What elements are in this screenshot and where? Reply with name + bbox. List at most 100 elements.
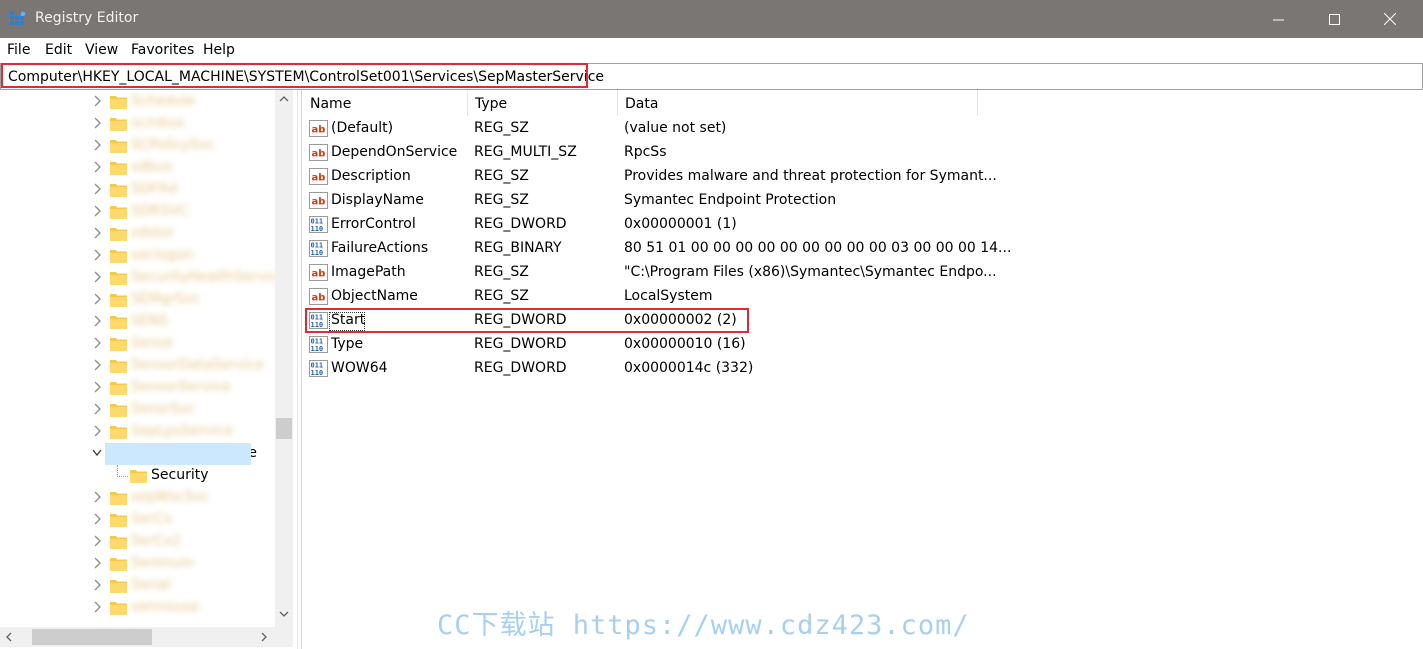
tree-node[interactable]: SensorService [0, 377, 275, 399]
tree-node[interactable]: SEMgrSvc [0, 289, 275, 311]
value-row[interactable]: ab ImagePath REG_SZ "C:\Program Files (x86)… [302, 261, 1402, 285]
tree-node-label: Sense [131, 335, 174, 351]
tree-node[interactable]: SensrSvc [0, 399, 275, 421]
value-type: REG_SZ [474, 120, 529, 136]
chevron-right-icon[interactable] [91, 336, 103, 350]
chevron-right-icon[interactable] [91, 116, 103, 130]
value-row[interactable]: ab DisplayName REG_SZ Symantec Endpoint Pro… [302, 189, 1402, 213]
tree-node[interactable]: SerCx [0, 509, 275, 531]
tree-node[interactable]: Security [0, 465, 275, 487]
chevron-right-icon[interactable] [91, 556, 103, 570]
chevron-right-icon[interactable] [91, 226, 103, 240]
column-header-name[interactable]: Name [302, 90, 467, 116]
chevron-right-icon[interactable] [91, 424, 103, 438]
tree-vertical-scrollbar[interactable] [275, 90, 293, 627]
chevron-right-icon[interactable] [91, 182, 103, 196]
tree-node[interactable]: scmbus [0, 113, 275, 135]
tree-node[interactable]: seclogon [0, 245, 275, 267]
scrollbar-thumb[interactable] [276, 418, 292, 439]
menu-edit[interactable]: Edit [45, 42, 72, 58]
folder-icon [110, 228, 127, 241]
maximize-button[interactable] [1311, 0, 1357, 38]
chevron-right-icon[interactable] [91, 204, 103, 218]
value-data: Provides malware and threat protection f… [624, 168, 997, 184]
chevron-right-icon[interactable] [91, 380, 103, 394]
svg-text:ab: ab [312, 149, 326, 160]
chevron-right-icon[interactable] [91, 138, 103, 152]
chevron-right-icon[interactable] [91, 512, 103, 526]
scroll-up-button[interactable] [275, 90, 293, 108]
chevron-right-icon[interactable] [91, 578, 103, 592]
menu-file[interactable]: File [7, 42, 30, 58]
tree-node[interactable]: SDRSVC [0, 201, 275, 223]
column-header-type[interactable]: Type [467, 90, 617, 116]
tree-node[interactable]: SCPolicySvc [0, 135, 275, 157]
tree-node[interactable]: Serenum [0, 553, 275, 575]
menu-view[interactable]: View [85, 42, 118, 58]
values-pane[interactable]: Name Type Data ab (Default) REG_SZ (value n… [301, 90, 1423, 649]
value-row[interactable]: ab DependOnService REG_MULTI_SZ RpcSs [302, 141, 1402, 165]
scroll-down-button[interactable] [275, 605, 293, 623]
string-value-icon: ab [309, 144, 328, 161]
folder-icon [110, 162, 127, 175]
value-row[interactable]: 011 110 WOW64 REG_DWORD 0x0000014c (332) [302, 357, 1402, 381]
value-row[interactable]: 011 110 FailureActions REG_BINARY 80 51 01 0… [302, 237, 1402, 261]
folder-icon [110, 360, 127, 373]
chevron-right-icon[interactable] [91, 94, 103, 108]
value-name: WOW64 [331, 360, 388, 376]
tree-node[interactable]: Serial [0, 575, 275, 597]
value-row[interactable]: ab ObjectName REG_SZ LocalSystem [302, 285, 1402, 309]
tree-node[interactable]: SerCx2 [0, 531, 275, 553]
tree-node[interactable]: sepWscSvc [0, 487, 275, 509]
menu-help[interactable]: Help [203, 42, 235, 58]
chevron-right-icon[interactable] [91, 600, 103, 614]
tree-node[interactable]: SENS [0, 311, 275, 333]
string-value-icon: ab [309, 192, 328, 209]
chevron-right-icon[interactable] [91, 314, 103, 328]
binary-value-icon: 011110 [309, 360, 328, 377]
chevron-right-icon[interactable] [91, 358, 103, 372]
minimize-button[interactable] [1255, 0, 1301, 38]
key-tree-pane[interactable]: Schedule scmbus SCPolicySvc sdbus SDFRd SDRSV… [0, 90, 298, 649]
tree-node-label: Security [151, 467, 209, 483]
value-data: 0x0000014c (332) [624, 360, 754, 376]
chevron-right-icon [261, 632, 267, 642]
value-row[interactable]: ab Description REG_SZ Provides malware and … [302, 165, 1402, 189]
tree-node[interactable]: Sense [0, 333, 275, 355]
tree-node[interactable]: SecurityHealthService [0, 267, 286, 289]
chevron-right-icon[interactable] [91, 160, 103, 174]
value-row[interactable]: 011 110 ErrorControl REG_DWORD 0x00000001 (1… [302, 213, 1402, 237]
chevron-right-icon[interactable] [91, 402, 103, 416]
svg-text:ab: ab [312, 173, 326, 184]
chevron-down-icon[interactable] [91, 446, 103, 460]
tree-horizontal-scrollbar[interactable] [0, 627, 275, 647]
column-header-data[interactable]: Data [617, 90, 977, 116]
value-name: ErrorControl [331, 216, 416, 232]
tree-node[interactable]: sdbus [0, 157, 275, 179]
chevron-right-icon[interactable] [91, 270, 103, 284]
scrollbar-thumb[interactable] [32, 629, 152, 645]
value-row[interactable]: ab (Default) REG_SZ (value not set) [302, 117, 1402, 141]
value-name: ImagePath [331, 264, 406, 280]
chevron-down-icon [279, 611, 289, 617]
menu-favorites[interactable]: Favorites [131, 42, 194, 58]
chevron-right-icon[interactable] [91, 292, 103, 306]
value-row[interactable]: 011 110 Type REG_DWORD 0x00000010 (16) [302, 333, 1402, 357]
folder-icon [110, 514, 127, 527]
tree-node[interactable]: SepLpsService [0, 421, 275, 443]
tree-node[interactable]: sdstor [0, 223, 275, 245]
tree-node[interactable]: sermouse [0, 597, 275, 619]
close-button[interactable] [1367, 0, 1413, 38]
column-type-label: Type [475, 96, 508, 112]
chevron-right-icon[interactable] [91, 490, 103, 504]
column-separator[interactable] [977, 90, 978, 116]
value-name: DependOnService [331, 144, 458, 160]
focus-rectangle [329, 312, 365, 331]
scroll-right-button[interactable] [255, 627, 273, 647]
tree-node[interactable]: SensorDataService [0, 355, 275, 377]
scroll-left-button[interactable] [0, 627, 18, 647]
tree-node[interactable]: SDFRd [0, 179, 275, 201]
chevron-right-icon[interactable] [91, 248, 103, 262]
chevron-right-icon[interactable] [91, 534, 103, 548]
tree-node[interactable]: Schedule [0, 91, 275, 113]
